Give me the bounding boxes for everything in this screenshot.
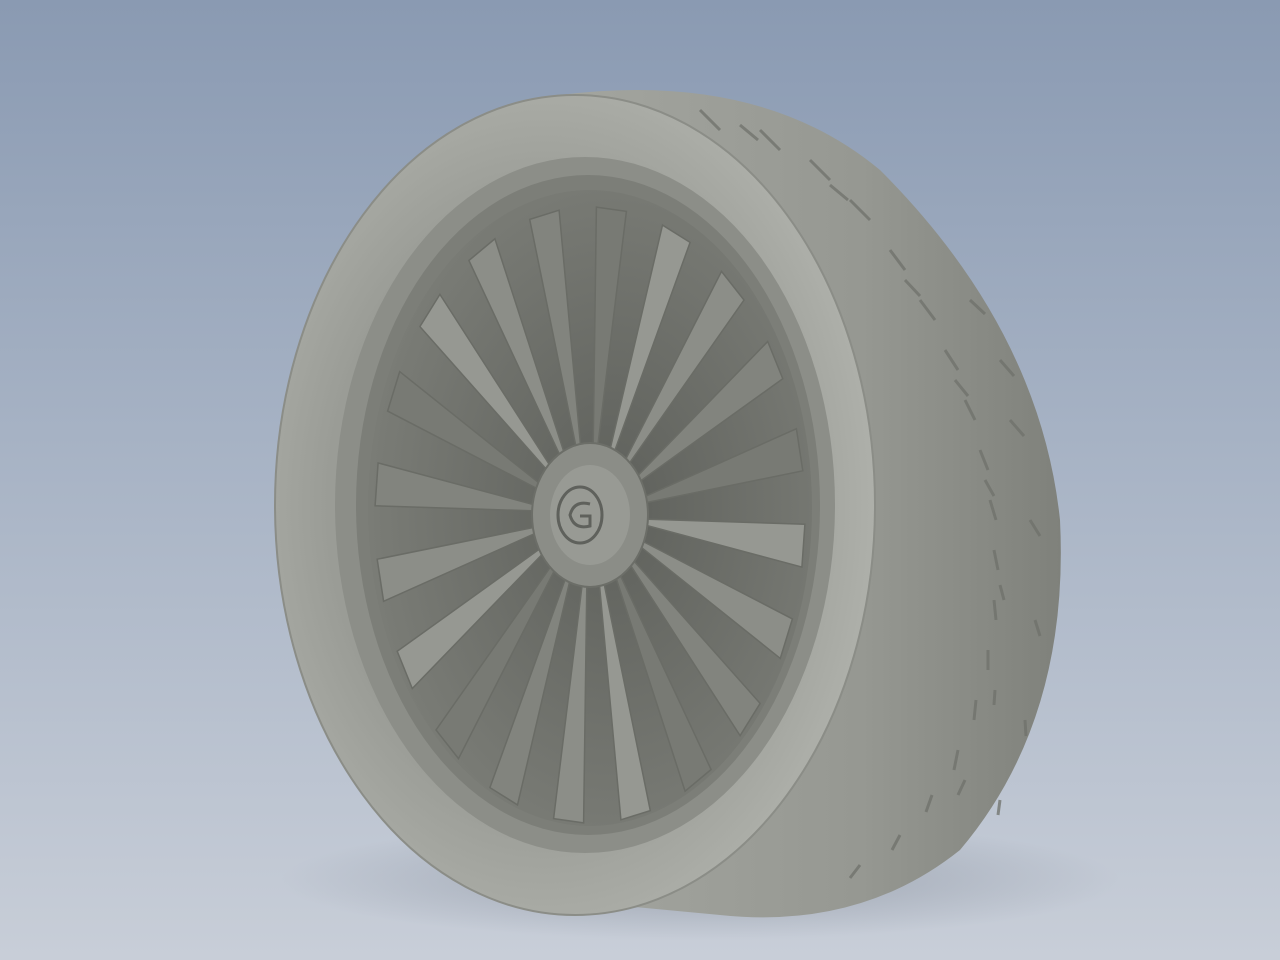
3d-viewport[interactable] bbox=[0, 0, 1280, 960]
wheel-model[interactable] bbox=[0, 0, 1280, 960]
